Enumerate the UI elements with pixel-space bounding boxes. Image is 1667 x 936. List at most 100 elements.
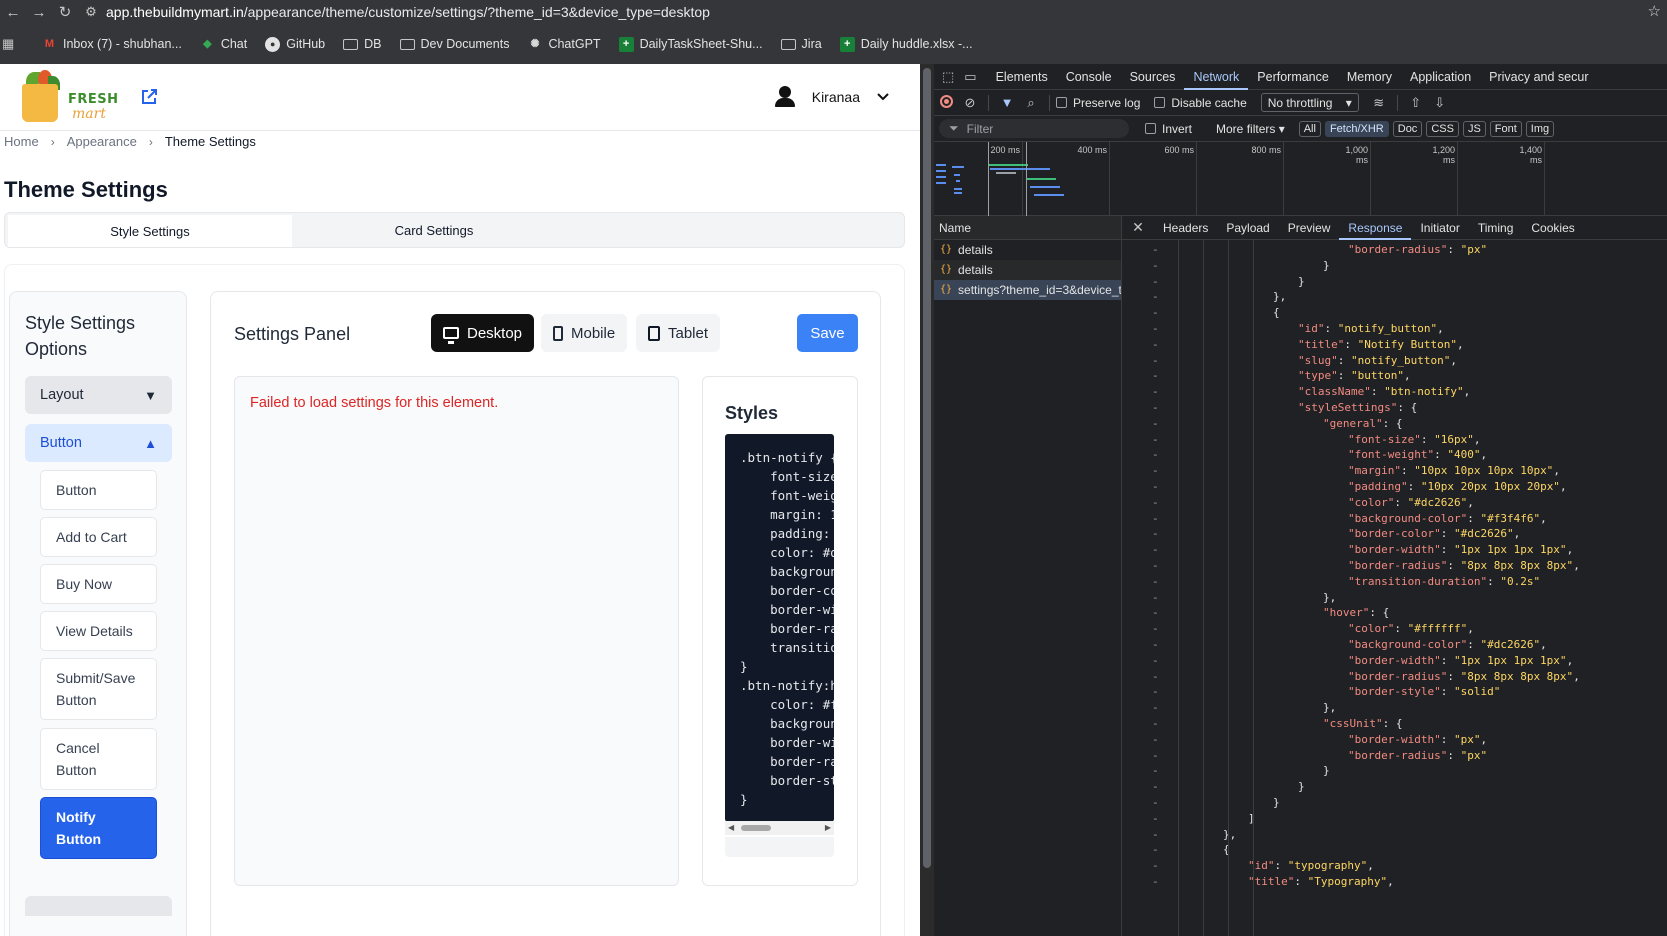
accordion-layout[interactable]: Layout ▼ xyxy=(25,376,172,414)
network-overview-timeline[interactable]: 200 ms 400 ms 600 ms 800 ms 1,000 ms 1,200 ms… xyxy=(934,142,1667,216)
type-filter-img[interactable]: Img xyxy=(1525,120,1555,137)
line-marker: - xyxy=(1152,811,1159,825)
mobile-button[interactable]: Mobile xyxy=(541,314,628,352)
page-scrollbar-thumb[interactable] xyxy=(923,68,931,868)
response-line-text: "slug": "notify_button", xyxy=(1298,353,1457,367)
clear-icon[interactable]: ⊘ xyxy=(958,95,982,111)
preserve-log-checkbox[interactable]: Preserve log xyxy=(1056,96,1140,110)
bookmark-item[interactable]: DB xyxy=(343,37,382,51)
url-text[interactable]: app.thebuildmymart.in/appearance/theme/c… xyxy=(106,4,710,20)
bookmark-star-icon[interactable]: ☆ xyxy=(1648,2,1661,20)
type-filter-fetch-xhr[interactable]: Fetch/XHR xyxy=(1324,120,1389,137)
tablet-icon xyxy=(648,325,660,341)
bookmark-label: DB xyxy=(364,37,382,51)
detail-tab-headers[interactable]: Headers xyxy=(1154,216,1217,240)
page-scrollbar[interactable] xyxy=(920,64,934,936)
sidebar-option-notify-button[interactable]: Notify Button xyxy=(40,797,157,859)
forward-icon[interactable]: → xyxy=(26,4,52,21)
accordion-next-partial[interactable] xyxy=(25,896,172,916)
reload-icon[interactable]: ↻ xyxy=(52,3,78,21)
bookmark-item[interactable]: + Daily huddle.xlsx -... xyxy=(839,36,973,52)
devtools-tab-application[interactable]: Application xyxy=(1401,64,1480,90)
save-button[interactable]: Save xyxy=(797,314,858,352)
back-icon[interactable]: ← xyxy=(0,4,26,21)
bookmark-item[interactable]: + DailyTaskSheet-Shu... xyxy=(618,36,763,52)
more-filters-dropdown[interactable]: More filters ▾ xyxy=(1216,122,1285,136)
sidebar-option-button[interactable]: Button xyxy=(40,470,157,510)
chevron-down-icon[interactable] xyxy=(876,89,890,105)
network-conditions-icon[interactable]: ≋ xyxy=(1367,95,1391,111)
timeline-request-bar xyxy=(988,164,1028,166)
devtools-tab-elements[interactable]: Elements xyxy=(987,64,1057,90)
type-filter-doc[interactable]: Doc xyxy=(1392,120,1423,137)
devtools-tab-performance[interactable]: Performance xyxy=(1248,64,1338,90)
throttling-select[interactable]: No throttling ▾ xyxy=(1260,93,1359,112)
sidebar-option-view-details[interactable]: View Details xyxy=(40,611,157,651)
code-line: transitio xyxy=(740,640,834,655)
timeline-request-bar xyxy=(936,164,946,166)
invert-checkbox[interactable]: Invert xyxy=(1145,122,1192,136)
detail-tab-cookies[interactable]: Cookies xyxy=(1522,216,1583,240)
type-filter-css[interactable]: CSS xyxy=(1426,120,1459,137)
external-link-icon[interactable] xyxy=(140,88,158,106)
detail-tab-initiator[interactable]: Initiator xyxy=(1411,216,1468,240)
sidebar-option-cancel-button[interactable]: Cancel Button xyxy=(40,728,157,790)
code-horizontal-scrollbar[interactable]: ◀ ▶ xyxy=(725,821,834,835)
sidebar-option-buy-now[interactable]: Buy Now xyxy=(40,564,157,604)
import-har-icon[interactable]: ⇧ xyxy=(1404,95,1428,111)
bookmark-item[interactable]: ◆ Chat xyxy=(200,37,247,52)
search-icon[interactable]: ⌕ xyxy=(1019,95,1043,111)
scroll-right-icon[interactable]: ▶ xyxy=(825,823,831,832)
detail-tab-timing[interactable]: Timing xyxy=(1469,216,1523,240)
bookmark-item[interactable]: ● GitHub xyxy=(265,36,325,52)
filter-icon[interactable]: ▼ xyxy=(995,95,1019,110)
detail-tab-payload[interactable]: Payload xyxy=(1217,216,1278,240)
devtools-tab-memory[interactable]: Memory xyxy=(1338,64,1401,90)
devtools-tab-network[interactable]: Network xyxy=(1184,64,1249,90)
devtools-tab-sources[interactable]: Sources xyxy=(1121,64,1185,90)
detail-tab-response[interactable]: Response xyxy=(1339,216,1412,240)
sidebar-option-add-to-cart[interactable]: Add to Cart xyxy=(40,517,157,557)
user-menu[interactable]: Kiranaa xyxy=(774,86,890,108)
desktop-button[interactable]: Desktop xyxy=(431,314,535,352)
devtools-tab-console[interactable]: Console xyxy=(1057,64,1121,90)
site-settings-icon[interactable]: ⚙ xyxy=(78,4,104,20)
xhr-icon: {} xyxy=(940,284,953,295)
inspect-element-icon[interactable]: ⬚ xyxy=(942,69,954,85)
tab-style-settings[interactable]: Style Settings xyxy=(8,215,292,247)
disable-cache-checkbox[interactable]: Disable cache xyxy=(1154,96,1247,110)
breadcrumb-appearance[interactable]: Appearance xyxy=(67,134,137,149)
sidebar-option-submit-save-button[interactable]: Submit/Save Button xyxy=(40,658,157,720)
request-row[interactable]: {} settings?theme_id=3&device_t... xyxy=(934,280,1121,300)
request-row[interactable]: {} details xyxy=(934,260,1121,280)
type-filter-font[interactable]: Font xyxy=(1489,120,1522,137)
tablet-button[interactable]: Tablet xyxy=(636,314,721,352)
request-row[interactable]: {} details xyxy=(934,240,1121,260)
accordion-button[interactable]: Button ▲ xyxy=(25,424,172,462)
bookmark-item[interactable]: ✺ ChatGPT xyxy=(527,37,600,52)
devtools-tab-privacy-and-secur[interactable]: Privacy and secur xyxy=(1480,64,1597,90)
freshmart-logo[interactable]: FRESH mart xyxy=(20,70,120,124)
accordion-label: Button xyxy=(40,435,82,451)
bookmark-item[interactable]: Dev Documents xyxy=(399,37,509,51)
bookmark-item[interactable]: M Inbox (7) - shubhan... xyxy=(42,37,182,52)
type-filter-js[interactable]: JS xyxy=(1462,120,1486,137)
css-code-block[interactable]: .btn-notify { font-size font-weig margin… xyxy=(725,434,834,822)
bookmark-label: Chat xyxy=(220,37,248,51)
name-column-header[interactable]: Name xyxy=(934,216,1121,240)
scroll-left-icon[interactable]: ◀ xyxy=(728,823,734,832)
breadcrumb-home[interactable]: Home xyxy=(4,134,39,149)
scrollbar-thumb[interactable] xyxy=(741,825,771,831)
detail-tab-preview[interactable]: Preview xyxy=(1279,216,1340,240)
export-har-icon[interactable]: ⇩ xyxy=(1428,95,1452,111)
close-icon[interactable]: ✕ xyxy=(1122,219,1154,236)
filter-input[interactable]: ⏷ Filter xyxy=(939,119,1129,138)
record-icon[interactable] xyxy=(934,94,958,111)
timeline-request-bar xyxy=(990,168,1050,170)
type-filter-all[interactable]: All xyxy=(1298,120,1321,137)
device-toolbar-icon[interactable]: ▭ xyxy=(964,69,976,85)
tab-card-settings[interactable]: Card Settings xyxy=(292,213,576,247)
apps-grid-icon[interactable]: ▦ xyxy=(2,36,20,52)
code-line: font-weig xyxy=(740,488,834,503)
bookmark-item[interactable]: Jira xyxy=(780,37,822,51)
